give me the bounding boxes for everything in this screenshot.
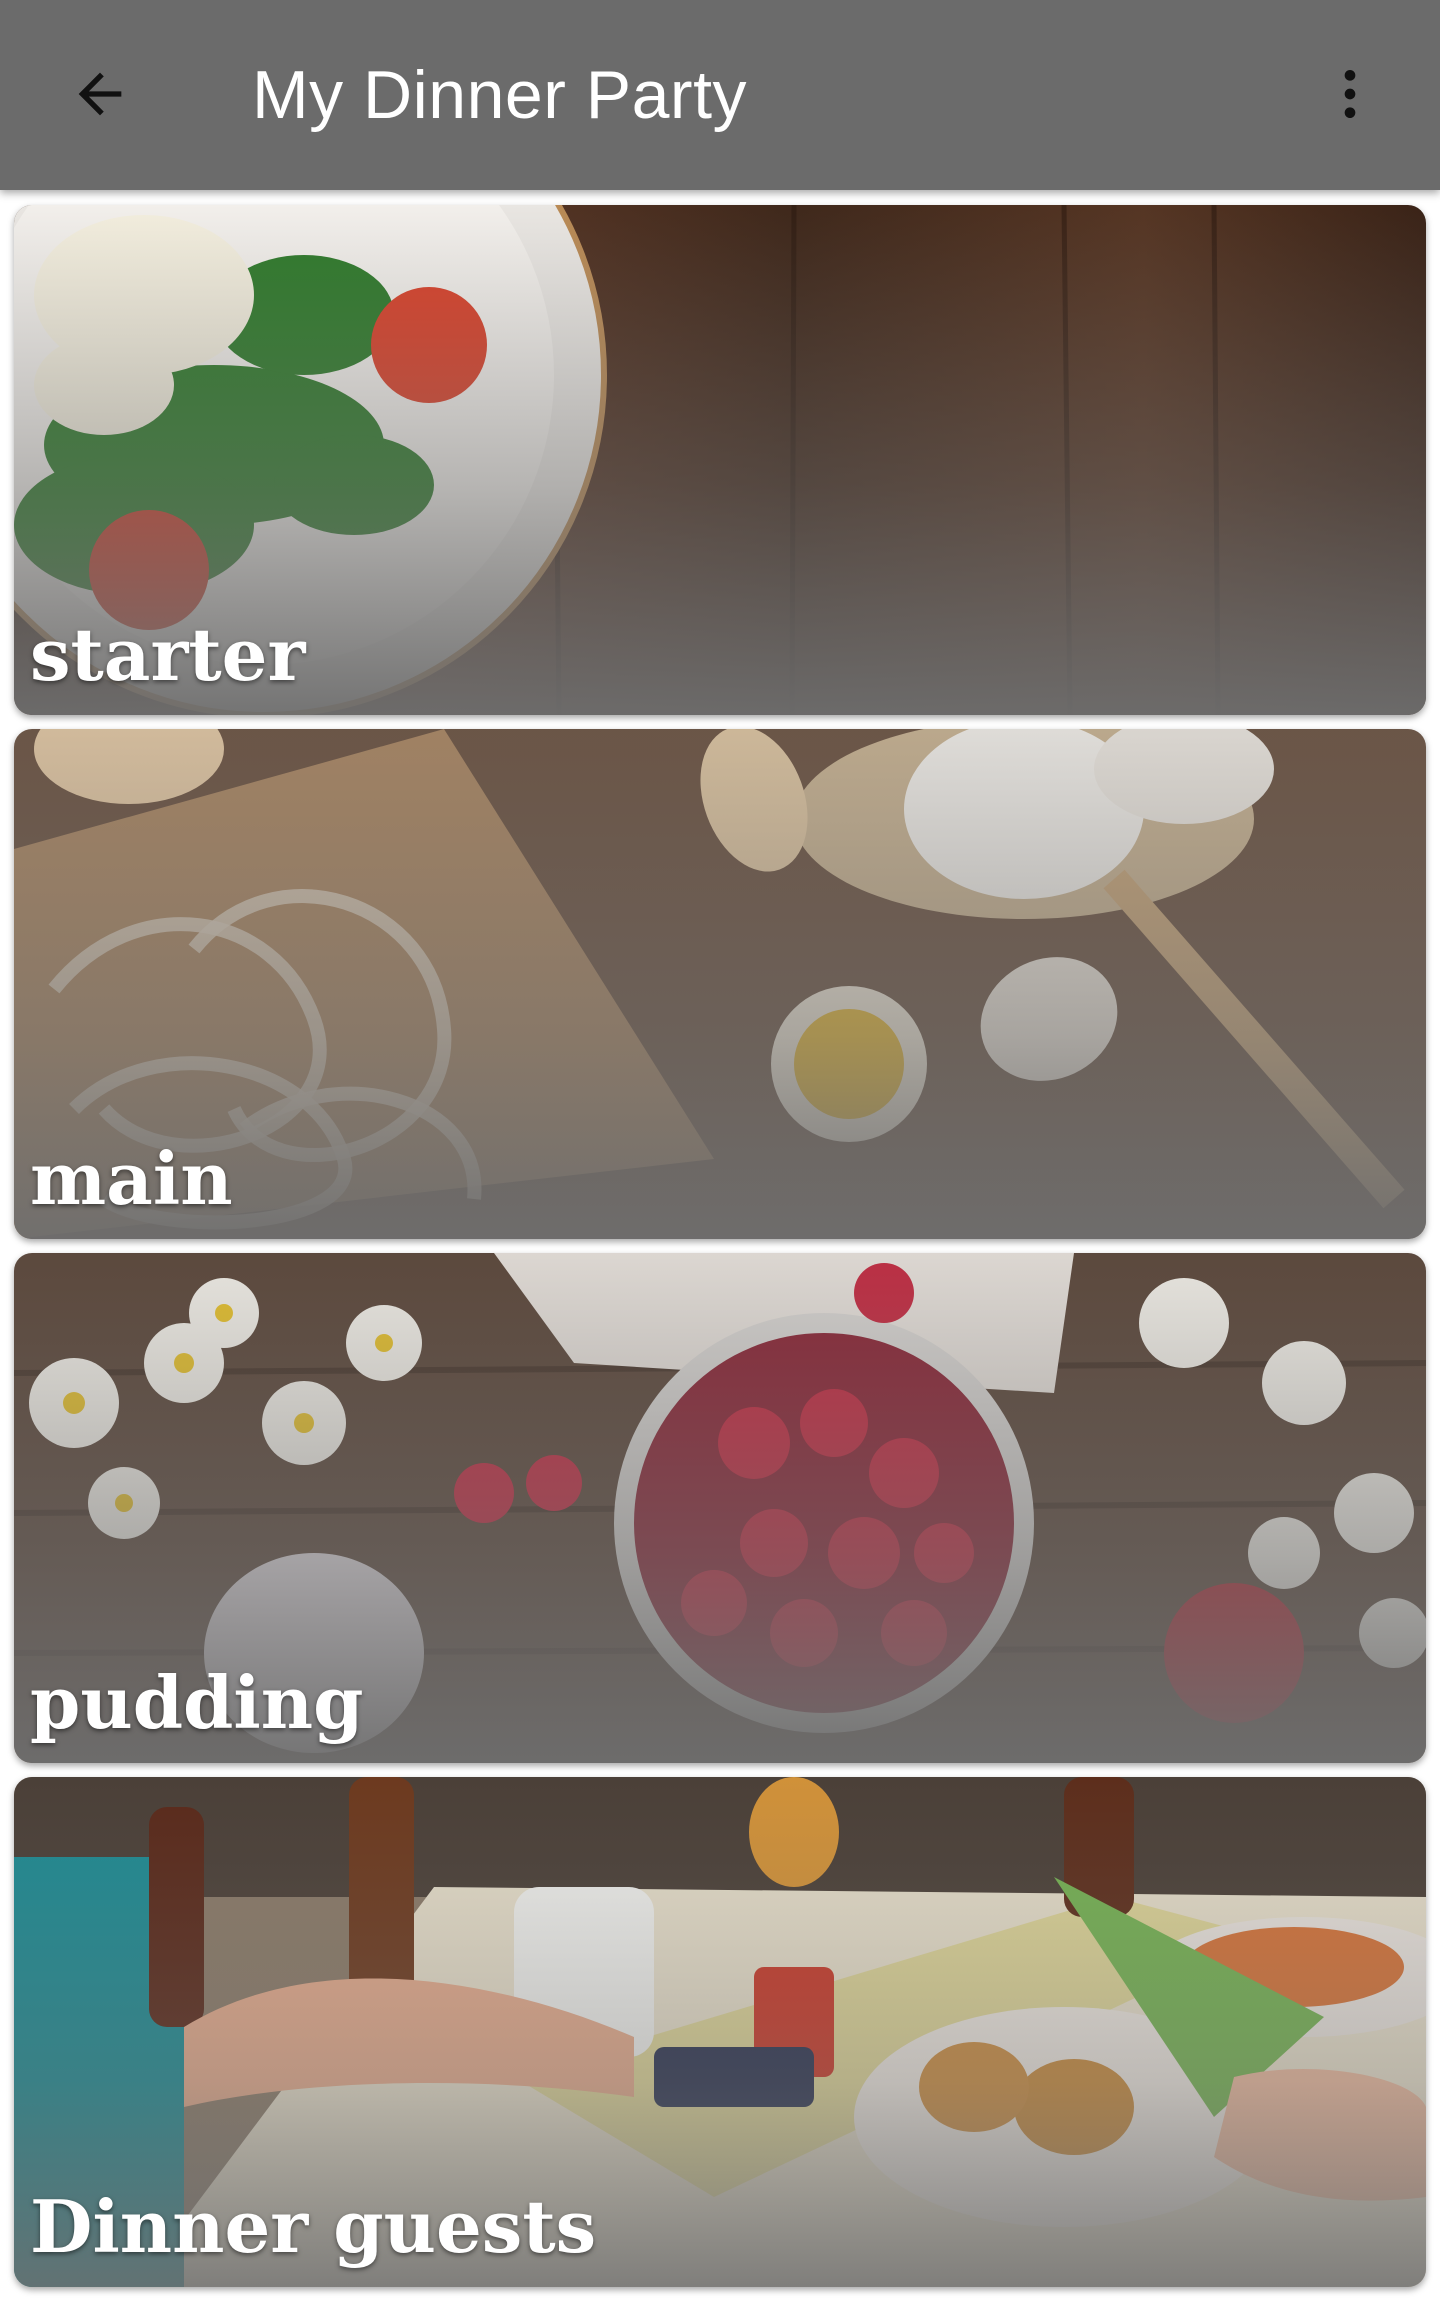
card-pudding[interactable]: pudding <box>14 1253 1426 1763</box>
back-button[interactable] <box>50 44 150 144</box>
card-starter[interactable]: starter <box>14 205 1426 715</box>
page-title: My Dinner Party <box>252 57 747 133</box>
card-label: Dinner guests <box>30 2184 597 2269</box>
arrow-left-icon <box>78 72 122 116</box>
card-main[interactable]: main <box>14 729 1426 1239</box>
more-vertical-icon <box>1344 70 1356 118</box>
card-dinner-guests[interactable]: Dinner guests <box>14 1777 1426 2287</box>
card-label: pudding <box>30 1660 364 1745</box>
overflow-menu-button[interactable] <box>1300 44 1400 144</box>
app-bar: My Dinner Party <box>0 0 1440 190</box>
card-label: main <box>30 1136 233 1221</box>
card-label: starter <box>30 612 306 697</box>
